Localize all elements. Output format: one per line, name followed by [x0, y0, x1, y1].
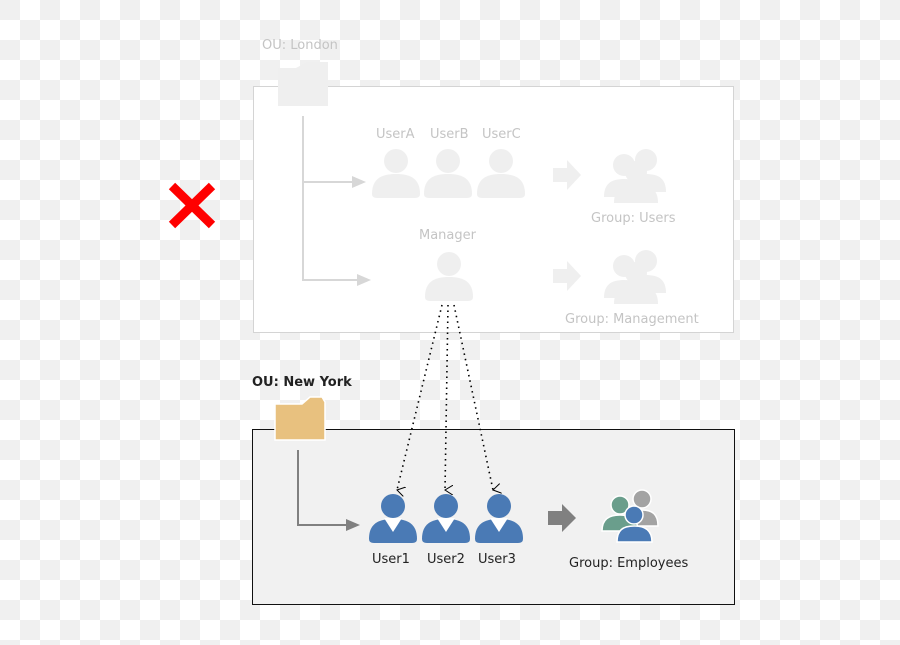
user-label-usera: UserA [376, 127, 415, 142]
group-employees-label: Group: Employees [569, 556, 689, 571]
arrowhead [346, 519, 360, 531]
reference-arrow-user3 [453, 304, 493, 490]
arrowhead [357, 274, 371, 286]
user-icon-userc [477, 149, 525, 198]
reference-arrow-user2 [445, 304, 448, 490]
user-label-user2: User2 [427, 552, 465, 567]
manager-label: Manager [419, 228, 476, 243]
user-label-userc: UserC [482, 127, 521, 142]
user-icon-userb [424, 149, 472, 198]
folder-icon-london [278, 62, 328, 106]
user-icon-user3 [475, 494, 523, 543]
block-arrow-icon [553, 261, 581, 291]
red-x-icon [168, 182, 216, 229]
user-label-user3: User3 [478, 552, 516, 567]
manager-reference-arrows [397, 304, 493, 490]
london-connectors [302, 116, 358, 281]
user-icon-user1 [369, 494, 417, 543]
reference-arrow-user1 [397, 304, 443, 490]
user-icon-usera [372, 149, 420, 198]
group-icon-management [604, 250, 666, 304]
block-arrow-icon [553, 160, 581, 190]
folder-icon-new-york [274, 396, 326, 441]
user-label-user1: User1 [372, 552, 410, 567]
ny-connector [297, 450, 360, 531]
user-icon-user2 [422, 494, 470, 543]
diagram-graphics [168, 62, 666, 543]
group-icon-employees [601, 489, 659, 543]
group-management-label: Group: Management [565, 312, 699, 327]
group-users-label: Group: Users [591, 211, 676, 226]
group-icon-users [604, 149, 666, 203]
arrowhead [352, 176, 366, 188]
user-label-userb: UserB [430, 127, 469, 142]
user-icon-manager [425, 252, 473, 301]
block-arrow-icon [548, 504, 576, 532]
